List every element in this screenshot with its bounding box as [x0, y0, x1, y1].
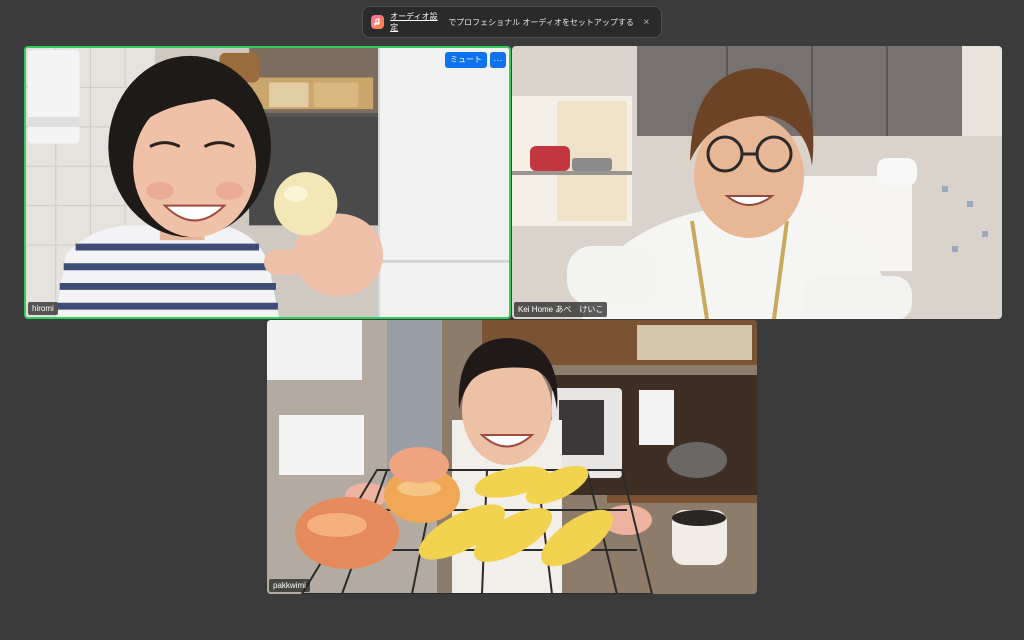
video-tile-hiromi[interactable]: ミュート ··· hiromi: [24, 46, 511, 319]
participant-name: Kei Home あべ けいこ: [514, 302, 608, 317]
audio-settings-link[interactable]: オーディオ設定: [390, 11, 442, 33]
tile-controls: ミュート ···: [445, 52, 506, 68]
close-icon[interactable]: ×: [640, 15, 653, 29]
video-tile-kei-home[interactable]: Kei Home あべ けいこ: [512, 46, 1002, 319]
audio-settings-icon: [371, 15, 385, 29]
participant-name: hiromi: [28, 302, 58, 315]
meeting-window: オーディオ設定 でプロフェショナル オーディオをセットアップする × ミュート …: [0, 0, 1024, 640]
video-feed: [267, 320, 757, 594]
video-tile-pakkwimi[interactable]: pakkwimi: [267, 320, 757, 594]
video-feed: [512, 46, 1002, 319]
more-options-icon[interactable]: ···: [490, 52, 506, 68]
audio-settings-banner: オーディオ設定 でプロフェショナル オーディオをセットアップする ×: [362, 6, 662, 38]
banner-message: でプロフェショナル オーディオをセットアップする: [448, 17, 634, 27]
mute-button[interactable]: ミュート: [445, 52, 487, 68]
video-feed: [26, 48, 509, 317]
participant-name: pakkwimi: [269, 579, 310, 592]
